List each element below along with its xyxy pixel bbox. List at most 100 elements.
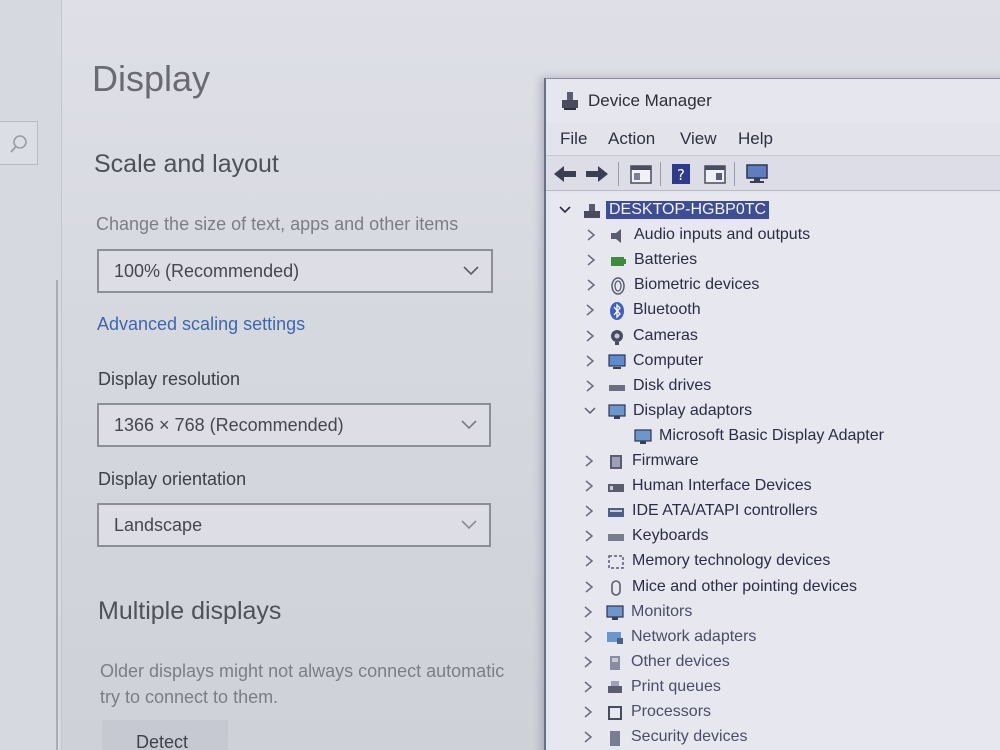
- tree-category[interactable]: Firmware: [550, 450, 1000, 474]
- ide-controller-icon: [608, 508, 624, 518]
- tree-category-label: Monitors: [631, 602, 693, 620]
- tree-category[interactable]: Batteries: [550, 249, 1000, 273]
- tree-category-label: Display adaptors: [633, 401, 753, 419]
- tree-category[interactable]: Monitors: [550, 601, 1000, 625]
- tree-root[interactable]: DESKTOP-HGBP0TC: [550, 199, 1000, 223]
- tree-category-label: Print queues: [631, 677, 721, 695]
- tree-category-label: Memory technology devices: [632, 552, 831, 570]
- toolbar: ?: [546, 155, 1000, 191]
- resolution-label: Display resolution: [98, 369, 241, 389]
- tree-category-label: Biometric devices: [634, 276, 760, 294]
- orientation-dropdown[interactable]: Landscape: [97, 503, 491, 547]
- chevron-right-icon: [586, 304, 595, 316]
- settings-nav-strip: [0, 0, 62, 750]
- resolution-dropdown[interactable]: 1366 × 768 (Recommended): [97, 403, 491, 447]
- chevron-right-icon: [584, 706, 593, 718]
- scale-dropdown-value: 100% (Recommended): [114, 261, 300, 281]
- tree-category[interactable]: Human Interface Devices: [550, 475, 1000, 499]
- chevron-down-icon: [584, 407, 596, 414]
- menu-file[interactable]: File: [560, 129, 587, 149]
- processor-icon: [608, 706, 622, 720]
- page-title: Display: [92, 58, 211, 99]
- chevron-right-icon: [584, 631, 593, 643]
- chevron-right-icon: [585, 555, 594, 567]
- tree-category-label: Disk drives: [633, 376, 712, 394]
- network-adapter-icon: [607, 631, 623, 644]
- back-button[interactable]: [552, 162, 578, 186]
- properties-icon: [630, 165, 652, 184]
- tree-category[interactable]: IDE ATA/ATAPI controllers: [550, 500, 1000, 524]
- chevron-right-icon: [584, 606, 593, 618]
- tree-category[interactable]: Print queues: [550, 676, 1000, 700]
- battery-icon: [611, 257, 626, 267]
- hid-icon: [608, 484, 624, 493]
- advanced-scaling-link[interactable]: Advanced scaling settings: [97, 314, 305, 335]
- chevron-right-icon: [584, 656, 593, 668]
- menu-help[interactable]: Help: [738, 129, 773, 149]
- keyboard-icon: [608, 534, 624, 542]
- menu-bar: File Action View Help: [546, 123, 1000, 155]
- bluetooth-icon: [610, 302, 624, 321]
- mouse-icon: [611, 579, 621, 596]
- show-hidden-icon: [704, 165, 726, 184]
- tree-category[interactable]: Cameras: [550, 325, 1000, 349]
- toolbar-separator: [734, 162, 735, 186]
- tree-category[interactable]: Disk drives: [550, 375, 1000, 399]
- tree-category[interactable]: Display adaptors: [550, 400, 1000, 424]
- other-devices-icon: [610, 655, 620, 670]
- scale-dropdown[interactable]: 100% (Recommended): [97, 249, 493, 293]
- tree-category[interactable]: Audio inputs and outputs: [550, 224, 1000, 248]
- forward-arrow-icon: [586, 166, 608, 182]
- tree-category[interactable]: Processors: [550, 701, 1000, 725]
- scan-hardware-button[interactable]: [744, 162, 770, 186]
- multiple-displays-description-2: try to connect to them.: [100, 687, 279, 707]
- help-button[interactable]: ?: [668, 162, 694, 186]
- tree-category[interactable]: Mice and other pointing devices: [550, 576, 1000, 600]
- menu-view[interactable]: View: [680, 129, 717, 149]
- monitor-icon: [606, 604, 624, 620]
- orientation-dropdown-value: Landscape: [114, 515, 203, 535]
- chevron-down-icon: [461, 420, 477, 430]
- tree-category[interactable]: Security devices: [550, 726, 1000, 750]
- title-bar[interactable]: Device Manager: [546, 79, 1000, 123]
- window-title: Device Manager: [588, 91, 712, 110]
- tree-category[interactable]: Network adapters: [550, 626, 1000, 650]
- chevron-right-icon: [586, 380, 595, 392]
- chevron-right-icon: [585, 530, 594, 542]
- scale-section-title: Scale and layout: [94, 150, 279, 178]
- properties-button[interactable]: [628, 162, 654, 186]
- chevron-right-icon: [585, 480, 594, 492]
- tree-category-label: IDE ATA/ATAPI controllers: [632, 502, 818, 520]
- detect-button-label: Detect: [136, 732, 189, 750]
- tree-category-label: Keyboards: [632, 527, 709, 545]
- detect-button[interactable]: Detect: [102, 720, 228, 750]
- tree-category[interactable]: Computer: [550, 350, 1000, 374]
- chevron-right-icon: [585, 580, 594, 593]
- tree-category-label: Security devices: [631, 728, 748, 746]
- search-button[interactable]: [0, 121, 38, 165]
- chevron-right-icon: [587, 229, 596, 241]
- computer-root-icon: [584, 204, 600, 218]
- tree-device-label: Microsoft Basic Display Adapter: [659, 426, 884, 444]
- forward-button[interactable]: [584, 162, 610, 186]
- printer-icon: [608, 680, 622, 693]
- search-icon: [10, 135, 27, 153]
- orientation-label: Display orientation: [98, 469, 247, 489]
- show-hidden-button[interactable]: [702, 162, 728, 186]
- chevron-right-icon: [584, 681, 593, 693]
- root-computer-name: DESKTOP-HGBP0TC: [606, 201, 770, 219]
- tree-category[interactable]: Memory technology devices: [550, 550, 1000, 574]
- chevron-right-icon: [585, 455, 594, 467]
- monitor-icon: [634, 429, 652, 444]
- fingerprint-icon: [611, 277, 625, 296]
- tree-category[interactable]: Keyboards: [550, 525, 1000, 549]
- tree-category[interactable]: Bluetooth: [550, 299, 1000, 323]
- menu-action[interactable]: Action: [608, 129, 655, 149]
- tree-device[interactable]: Microsoft Basic Display Adapter: [550, 425, 1000, 449]
- tree-category-label: Mice and other pointing devices: [632, 577, 858, 595]
- computer-icon: [608, 353, 626, 369]
- device-tree: DESKTOP-HGBP0TC Audio inputs and outputs…: [550, 193, 1000, 750]
- tree-category-label: Computer: [633, 351, 704, 369]
- tree-category[interactable]: Other devices: [550, 651, 1000, 675]
- tree-category[interactable]: Biometric devices: [550, 274, 1000, 298]
